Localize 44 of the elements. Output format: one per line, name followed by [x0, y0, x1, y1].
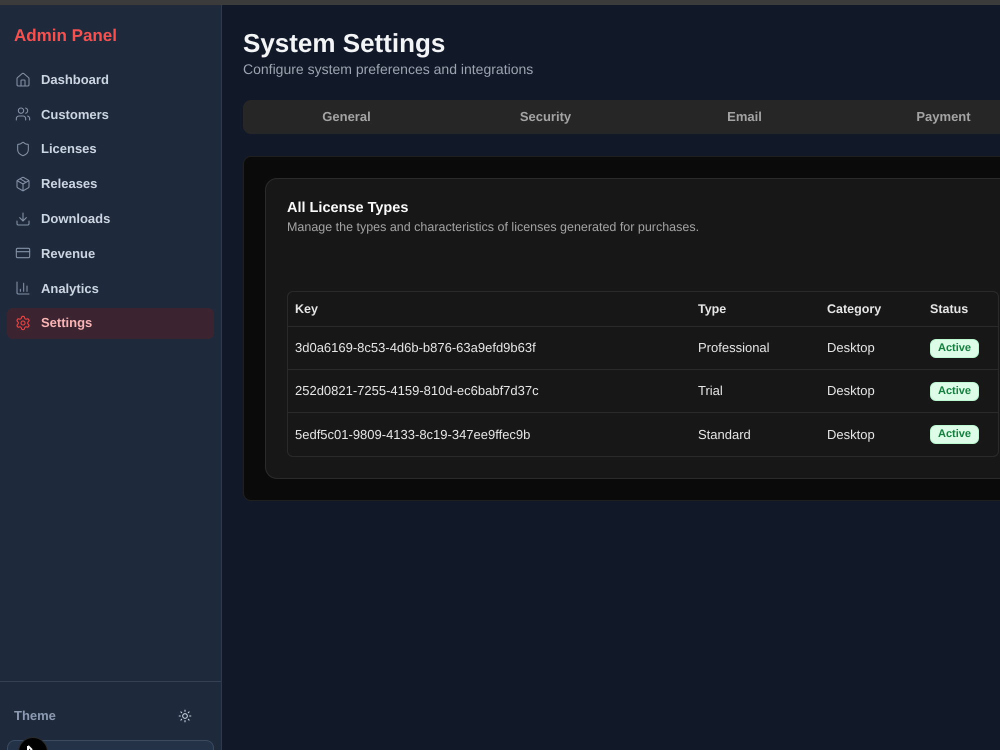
tab[interactable]: General	[247, 104, 446, 130]
home-icon	[15, 72, 31, 88]
table-cell-text: 5edf5c01-9809-4133-8c19-347ee9ffec9b	[294, 426, 532, 444]
sun-icon	[178, 709, 192, 723]
users-icon	[15, 106, 31, 122]
shield-icon	[15, 141, 31, 158]
tab[interactable]: Email	[645, 104, 844, 130]
tab[interactable]: Security	[446, 104, 645, 130]
nav-item[interactable]: Analytics	[7, 272, 214, 304]
table-cell-text: Professional	[697, 339, 771, 358]
page-subtitle: Configure system preferences and integrations	[243, 60, 534, 79]
bar-chart-icon	[15, 280, 31, 296]
nav-item[interactable]: Revenue	[7, 238, 214, 269]
column-header: Status	[929, 300, 970, 318]
nav-item[interactable]: Releases	[7, 168, 214, 200]
table-cell-text: 252d0821-7255-4159-810d-ec6babf7d37c	[294, 382, 540, 400]
status-badge: Active	[930, 338, 980, 358]
nav-item[interactable]: Dashboard	[7, 64, 214, 95]
column-header: Type	[697, 300, 728, 318]
page-title: System Settings	[243, 27, 446, 59]
nav-item[interactable]: Settings	[7, 308, 214, 339]
card-description: Manage the types and characteristics of licenses generated for purchases.	[287, 219, 700, 236]
column-header: Key	[294, 300, 319, 318]
table-cell-text: 3d0a6169-8c53-4d6b-b876-63a9efd9b63f	[294, 339, 537, 358]
status-badge: Active	[930, 425, 980, 444]
download-icon	[15, 210, 31, 227]
table-cell-text: Standard	[697, 426, 752, 444]
nav-item[interactable]: Customers	[7, 98, 214, 130]
card-title: All License Types	[287, 199, 410, 217]
app-title: Admin Panel	[14, 26, 118, 46]
theme-toggle-button[interactable]	[177, 708, 193, 724]
box-icon	[15, 176, 31, 192]
settings-icon	[15, 315, 31, 332]
logo-badge-icon	[18, 737, 48, 750]
table-cell-text: Desktop	[826, 339, 876, 358]
tab[interactable]: Payment	[844, 104, 1000, 130]
table-cell-text: Desktop	[826, 426, 876, 444]
theme-label: Theme	[14, 707, 56, 726]
nav-item[interactable]: Licenses	[7, 134, 214, 165]
status-badge: Active	[930, 382, 980, 400]
nav-item[interactable]: Downloads	[7, 203, 214, 234]
column-header: Category	[826, 300, 882, 318]
table-cell-text: Trial	[697, 382, 724, 400]
table-cell-text: Desktop	[826, 382, 876, 400]
